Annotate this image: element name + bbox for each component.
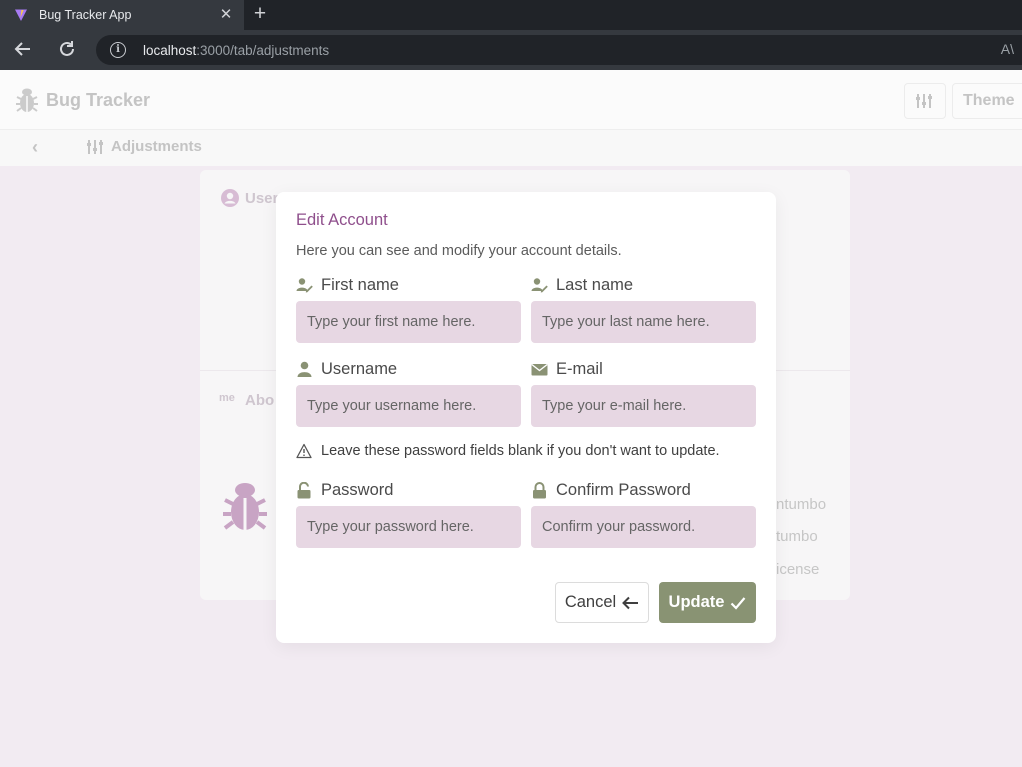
email-label-text: E-mail bbox=[556, 360, 603, 378]
bg-right-line2: tumbo bbox=[776, 528, 818, 545]
last-name-label-text: Last name bbox=[556, 276, 634, 294]
brand[interactable]: Bug Tracker bbox=[14, 86, 150, 114]
user-edit-icon bbox=[296, 278, 313, 293]
url-path: :3000/tab/adjustments bbox=[196, 42, 330, 58]
bg-section-about: Abo bbox=[245, 392, 275, 409]
browser-tab[interactable]: Bug Tracker App ✕ bbox=[0, 0, 244, 30]
app-header: Bug Tracker Theme bbox=[0, 70, 1022, 130]
bg-section-user: User bbox=[245, 190, 279, 207]
breadcrumb-label: Adjustments bbox=[111, 138, 202, 155]
theme-button[interactable]: Theme bbox=[952, 83, 1022, 119]
bug-icon bbox=[16, 88, 38, 112]
confirm-password-label-text: Confirm Password bbox=[556, 481, 691, 499]
address-bar[interactable]: i localhost:3000/tab/adjustments A\ bbox=[96, 35, 1022, 65]
plus-icon[interactable]: + bbox=[250, 3, 270, 26]
arrow-left-icon bbox=[622, 596, 639, 609]
first-name-label-text: First name bbox=[321, 276, 399, 294]
password-warning: Leave these password fields blank if you… bbox=[296, 443, 720, 459]
theme-label: Theme bbox=[963, 92, 1015, 109]
check-icon bbox=[731, 596, 746, 610]
password-input[interactable] bbox=[296, 506, 521, 548]
close-icon[interactable]: ✕ bbox=[218, 7, 234, 23]
back-arrow-icon[interactable] bbox=[12, 39, 34, 61]
username-label-text: Username bbox=[321, 360, 398, 378]
modal-title: Edit Account bbox=[296, 211, 388, 229]
user-icon bbox=[297, 361, 312, 377]
confirm-password-input[interactable] bbox=[531, 506, 756, 548]
email-label: E-mail bbox=[531, 360, 603, 379]
update-button[interactable]: Update bbox=[659, 582, 756, 623]
reload-icon[interactable] bbox=[56, 39, 78, 61]
update-label: Update bbox=[668, 593, 725, 611]
username-input[interactable] bbox=[296, 385, 521, 427]
email-input[interactable] bbox=[531, 385, 756, 427]
adjustments-button[interactable] bbox=[904, 83, 946, 119]
lock-icon bbox=[533, 482, 546, 499]
warning-icon bbox=[296, 443, 312, 459]
brand-name: Bug Tracker bbox=[46, 89, 151, 110]
sliders-icon bbox=[87, 139, 103, 154]
first-name-label: First name bbox=[296, 276, 399, 295]
browser-toolbar: i localhost:3000/tab/adjustments A\ bbox=[0, 30, 1022, 70]
info-icon[interactable]: i bbox=[110, 42, 126, 58]
reader-icon[interactable]: A\ bbox=[1001, 41, 1014, 57]
password-label-text: Password bbox=[321, 481, 394, 499]
first-name-input[interactable] bbox=[296, 301, 521, 343]
unlock-icon bbox=[297, 482, 311, 499]
last-name-input[interactable] bbox=[531, 301, 756, 343]
envelope-icon bbox=[531, 363, 548, 376]
vite-favicon bbox=[15, 9, 27, 21]
browser-tabbar: Bug Tracker App ✕ + bbox=[0, 0, 1022, 30]
password-label: Password bbox=[296, 481, 393, 500]
bug-icon bbox=[223, 483, 267, 530]
user-edit-icon bbox=[531, 278, 548, 293]
subnav: ‹ Adjustments bbox=[0, 130, 1022, 166]
chevron-left-icon[interactable]: ‹ bbox=[32, 137, 38, 158]
last-name-label: Last name bbox=[531, 276, 633, 295]
cancel-label: Cancel bbox=[564, 593, 617, 611]
confirm-password-label: Confirm Password bbox=[531, 481, 691, 500]
bg-right-line1: ntumbo bbox=[776, 496, 827, 513]
modal-subtitle: Here you can see and modify your account… bbox=[296, 243, 622, 259]
me-icon: me bbox=[219, 392, 235, 404]
bg-right-line3: icense bbox=[776, 561, 820, 578]
url-host: localhost bbox=[143, 42, 197, 58]
warning-text: Leave these password fields blank if you… bbox=[321, 443, 720, 459]
tab-title: Bug Tracker App bbox=[39, 8, 132, 22]
breadcrumb: Adjustments bbox=[86, 138, 202, 155]
edit-account-modal: Edit Account Here you can see and modify… bbox=[276, 192, 776, 643]
user-circle-icon bbox=[221, 189, 239, 207]
cancel-button[interactable]: Cancel bbox=[555, 582, 649, 623]
sliders-icon bbox=[916, 94, 932, 108]
username-label: Username bbox=[296, 360, 397, 379]
